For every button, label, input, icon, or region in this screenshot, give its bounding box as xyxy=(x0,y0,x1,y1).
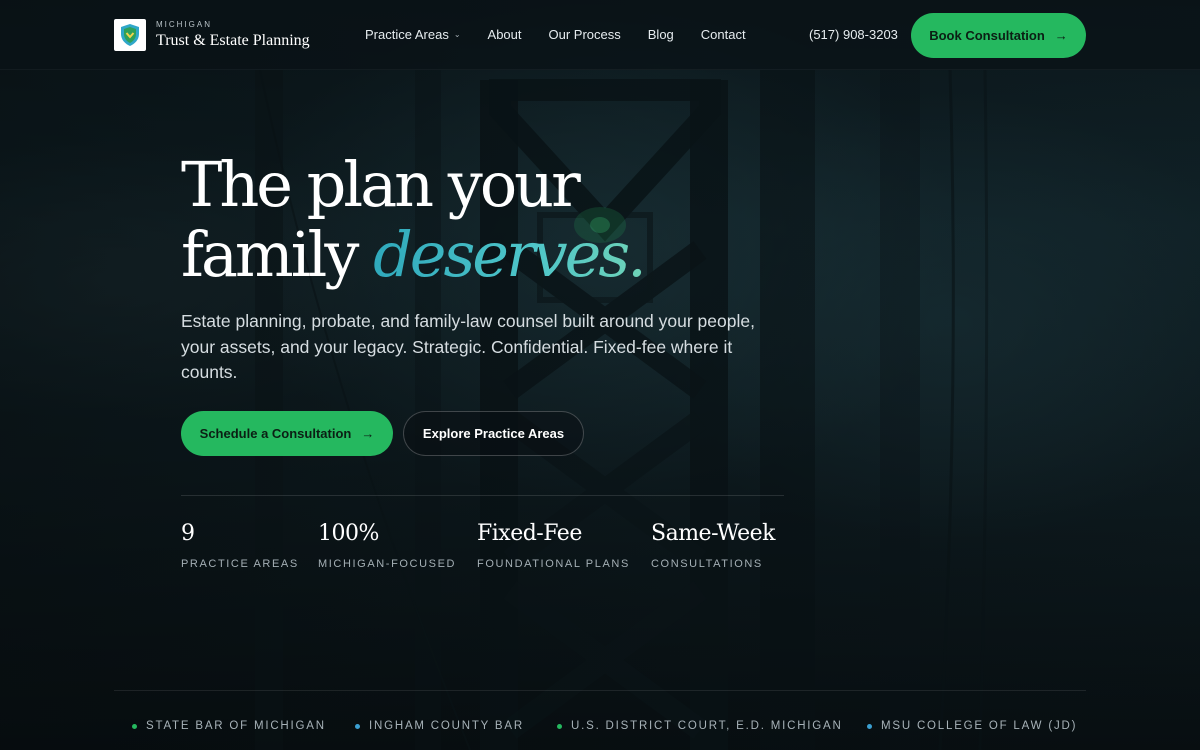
shield-icon xyxy=(114,19,146,51)
credential-label: STATE BAR OF MICHIGAN xyxy=(146,720,326,732)
stat-label: MICHIGAN-FOCUSED xyxy=(318,558,457,570)
nav-practice-areas[interactable]: Practice Areas ⌄ xyxy=(365,27,461,43)
hero-title-accent: deserves. xyxy=(373,218,647,291)
brand-eyebrow: MICHIGAN xyxy=(156,19,212,29)
hero-subtitle: Estate planning, probate, and family-law… xyxy=(181,311,755,382)
stat-label: CONSULTATIONS xyxy=(651,558,763,570)
credential-label: MSU COLLEGE OF LAW (JD) xyxy=(881,720,1078,732)
stat-value: Fixed-Fee xyxy=(477,521,582,546)
credential-item: U.S. DISTRICT COURT, E.D. MICHIGAN xyxy=(557,719,843,733)
stat-value: 100% xyxy=(318,521,379,546)
credential-item: INGHAM COUNTY BAR xyxy=(355,719,524,733)
credential-label: INGHAM COUNTY BAR xyxy=(369,720,524,732)
arrow-right-icon: → xyxy=(1054,28,1068,43)
nav-about[interactable]: About xyxy=(488,27,522,43)
stat-value: 9 xyxy=(181,521,195,546)
arrow-right-icon: → xyxy=(361,426,375,441)
stat-label: FOUNDATIONAL PLANS xyxy=(477,558,630,570)
credentials-divider xyxy=(114,690,1086,691)
hero-title: The plan your family deserves. xyxy=(181,148,647,291)
book-consultation-label: Book Consultation xyxy=(929,28,1045,43)
stat-michigan-focused: 100% MICHIGAN-FOCUSED xyxy=(318,520,456,571)
credential-label: U.S. DISTRICT COURT, E.D. MICHIGAN xyxy=(571,720,843,732)
hero-divider xyxy=(181,495,784,496)
chevron-down-icon: ⌄ xyxy=(453,30,461,39)
stat-label: PRACTICE AREAS xyxy=(181,558,299,570)
nav-practice-areas-label: Practice Areas xyxy=(365,27,449,42)
book-consultation-button[interactable]: Book Consultation → xyxy=(911,13,1086,58)
stat-same-week: Same-Week CONSULTATIONS xyxy=(651,520,776,571)
credential-item: MSU COLLEGE OF LAW (JD) xyxy=(867,719,1077,733)
credential-item: STATE BAR OF MICHIGAN xyxy=(132,719,326,733)
nav-contact[interactable]: Contact xyxy=(701,27,746,43)
stat-practice-areas: 9 PRACTICE AREAS xyxy=(181,520,299,571)
site-header: MICHIGAN Trust & Estate Planning Practic… xyxy=(0,0,1200,70)
brand-logo-link[interactable]: MICHIGAN Trust & Estate Planning xyxy=(114,19,310,51)
schedule-consultation-button[interactable]: Schedule a Consultation → xyxy=(181,411,393,456)
hero-title-plain: family xyxy=(181,218,374,291)
phone-link[interactable]: (517) 908-3203 xyxy=(809,27,898,43)
nav-our-process[interactable]: Our Process xyxy=(549,27,621,43)
explore-practice-areas-button[interactable]: Explore Practice Areas xyxy=(403,411,584,456)
main-nav: Practice Areas ⌄ About Our Process Blog … xyxy=(365,27,773,43)
nav-blog[interactable]: Blog xyxy=(648,27,674,43)
bullet-dot-icon xyxy=(867,723,872,729)
hero-title-line-1: The plan your xyxy=(181,148,581,221)
brand-name: Trust & Estate Planning xyxy=(156,31,310,49)
schedule-consultation-label: Schedule a Consultation xyxy=(199,426,352,441)
bullet-dot-icon xyxy=(355,723,360,729)
bullet-dot-icon xyxy=(132,723,137,729)
hero-title-line-2: family deserves. xyxy=(181,218,647,291)
stat-fixed-fee: Fixed-Fee FOUNDATIONAL PLANS xyxy=(477,520,630,571)
stat-value: Same-Week xyxy=(651,521,776,546)
bullet-dot-icon xyxy=(557,723,562,729)
